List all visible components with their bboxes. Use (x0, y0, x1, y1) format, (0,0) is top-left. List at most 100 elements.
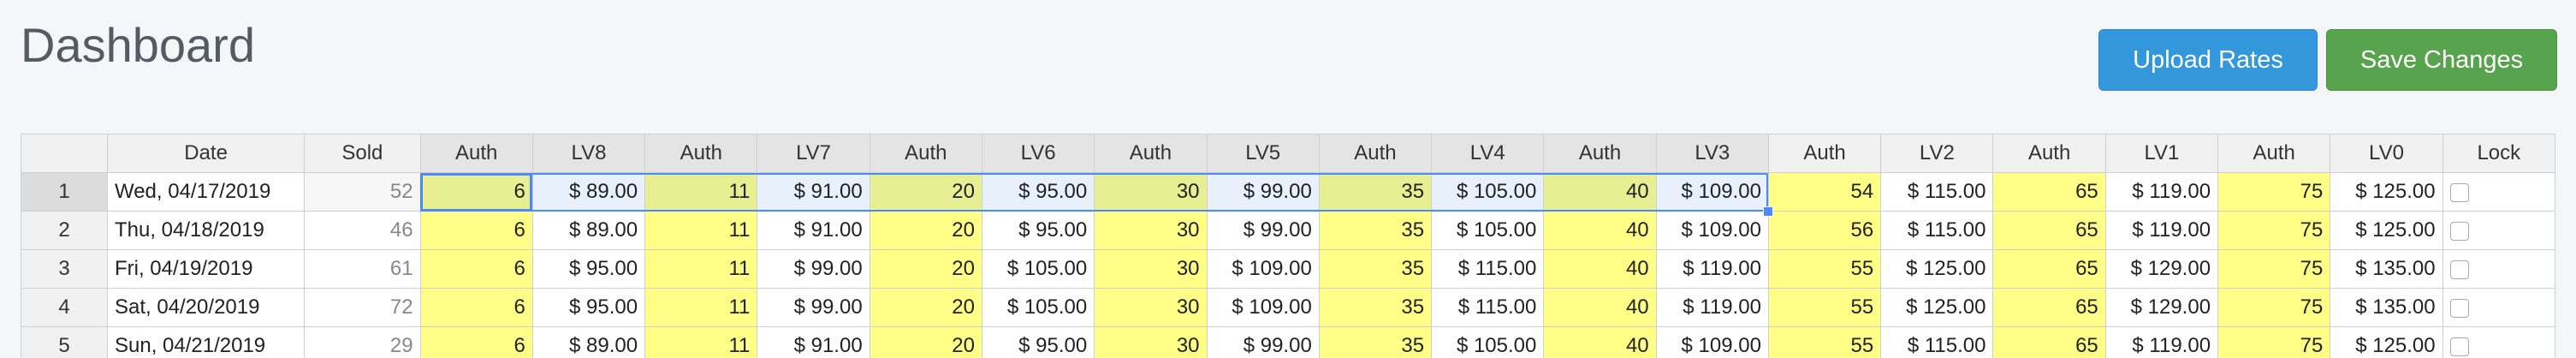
auth-cell[interactable]: 40 (1543, 172, 1657, 212)
rate-cell[interactable]: $ 105.00 (1431, 211, 1545, 250)
auth-cell[interactable]: 6 (419, 249, 533, 289)
rate-cell[interactable]: $ 95.00 (981, 326, 1095, 358)
lock-cell[interactable] (2442, 288, 2555, 327)
auth-cell[interactable]: 65 (1992, 211, 2106, 250)
auth-cell[interactable]: 11 (644, 249, 758, 289)
auth-cell[interactable]: 30 (1094, 211, 1208, 250)
rate-cell[interactable]: $ 135.00 (2330, 249, 2443, 289)
rate-cell[interactable]: $ 99.00 (1206, 211, 1320, 250)
rate-cell[interactable]: $ 119.00 (2104, 211, 2219, 250)
auth-cell[interactable]: 75 (2217, 326, 2331, 358)
column-header-lv4[interactable]: LV4 (1431, 134, 1545, 173)
auth-cell[interactable]: 11 (644, 288, 758, 327)
date-cell[interactable]: Thu, 04/18/2019 (106, 211, 306, 250)
auth-cell[interactable]: 65 (1992, 326, 2106, 358)
rate-cell[interactable]: $ 99.00 (1206, 172, 1320, 212)
fill-handle[interactable] (1763, 206, 1774, 217)
sold-cell[interactable]: 61 (304, 249, 421, 289)
rate-cell[interactable]: $ 115.00 (1431, 249, 1545, 289)
rate-cell[interactable]: $ 115.00 (1431, 288, 1545, 327)
auth-cell[interactable]: 56 (1767, 211, 1882, 250)
auth-cell[interactable]: 20 (869, 249, 982, 289)
row-number[interactable]: 2 (21, 211, 108, 250)
save-changes-button[interactable]: Save Changes (2326, 29, 2557, 91)
column-header-lv6[interactable]: LV6 (981, 134, 1095, 173)
auth-cell[interactable]: 30 (1094, 172, 1208, 212)
auth-cell[interactable]: 6 (419, 326, 533, 358)
column-header-auth[interactable]: Auth (1992, 134, 2106, 173)
column-header-auth[interactable]: Auth (644, 134, 758, 173)
rate-cell[interactable]: $ 125.00 (1880, 249, 1994, 289)
lock-cell[interactable] (2442, 249, 2555, 289)
rate-cell[interactable]: $ 109.00 (1206, 249, 1320, 289)
auth-cell[interactable]: 35 (1318, 326, 1433, 358)
auth-cell[interactable]: 20 (869, 211, 982, 250)
auth-cell[interactable]: 65 (1992, 288, 2106, 327)
column-header-lv2[interactable]: LV2 (1880, 134, 1994, 173)
rate-cell[interactable]: $ 89.00 (531, 326, 646, 358)
upload-rates-button[interactable]: Upload Rates (2098, 29, 2318, 91)
lock-cell[interactable] (2442, 326, 2555, 358)
lock-checkbox[interactable] (2449, 337, 2469, 356)
auth-cell[interactable]: 6 (419, 288, 533, 327)
rate-cell[interactable]: $ 89.00 (531, 211, 646, 250)
rate-cell[interactable]: $ 109.00 (1206, 288, 1320, 327)
rate-cell[interactable]: $ 105.00 (981, 249, 1095, 289)
lock-checkbox[interactable] (2449, 298, 2469, 318)
auth-cell[interactable]: 11 (644, 172, 758, 212)
column-header-auth[interactable]: Auth (1767, 134, 1882, 173)
rate-cell[interactable]: $ 99.00 (757, 249, 870, 289)
auth-cell[interactable]: 20 (869, 172, 982, 212)
auth-cell[interactable]: 40 (1543, 249, 1657, 289)
rate-cell[interactable]: $ 125.00 (2330, 326, 2443, 358)
column-header-auth[interactable]: Auth (2217, 134, 2331, 173)
auth-cell[interactable]: 35 (1318, 172, 1433, 212)
date-cell[interactable]: Sat, 04/20/2019 (106, 288, 306, 327)
rate-cell[interactable]: $ 109.00 (1655, 172, 1769, 212)
auth-cell[interactable]: 20 (869, 326, 982, 358)
auth-cell[interactable]: 75 (2217, 211, 2331, 250)
corner-header[interactable] (21, 134, 108, 173)
auth-cell[interactable]: 75 (2217, 288, 2331, 327)
rate-cell[interactable]: $ 99.00 (757, 288, 870, 327)
auth-cell[interactable]: 55 (1767, 326, 1882, 358)
row-number[interactable]: 1 (21, 172, 108, 212)
column-header-sold[interactable]: Sold (304, 134, 421, 173)
rate-cell[interactable]: $ 105.00 (981, 288, 1095, 327)
rate-cell[interactable]: $ 115.00 (1880, 211, 1994, 250)
column-header-auth[interactable]: Auth (1094, 134, 1208, 173)
column-header-lv5[interactable]: LV5 (1206, 134, 1320, 173)
auth-cell[interactable]: 6 (419, 172, 533, 212)
rate-cell[interactable]: $ 99.00 (1206, 326, 1320, 358)
auth-cell[interactable]: 75 (2217, 172, 2331, 212)
auth-cell[interactable]: 20 (869, 288, 982, 327)
row-number[interactable]: 3 (21, 249, 108, 289)
auth-cell[interactable]: 40 (1543, 211, 1657, 250)
rate-cell[interactable]: $ 105.00 (1431, 172, 1545, 212)
column-header-auth[interactable]: Auth (419, 134, 533, 173)
lock-cell[interactable] (2442, 172, 2555, 212)
rate-cell[interactable]: $ 119.00 (2104, 172, 2219, 212)
auth-cell[interactable]: 35 (1318, 249, 1433, 289)
rate-cell[interactable]: $ 91.00 (757, 326, 870, 358)
auth-cell[interactable]: 30 (1094, 326, 1208, 358)
column-header-auth[interactable]: Auth (869, 134, 982, 173)
rate-cell[interactable]: $ 91.00 (757, 211, 870, 250)
column-header-date[interactable]: Date (106, 134, 306, 173)
auth-cell[interactable]: 75 (2217, 249, 2331, 289)
rate-cell[interactable]: $ 105.00 (1431, 326, 1545, 358)
rate-cell[interactable]: $ 95.00 (981, 172, 1095, 212)
sold-cell[interactable]: 29 (304, 326, 421, 358)
auth-cell[interactable]: 40 (1543, 288, 1657, 327)
sold-cell[interactable]: 46 (304, 211, 421, 250)
lock-checkbox[interactable] (2449, 260, 2469, 279)
auth-cell[interactable]: 55 (1767, 288, 1882, 327)
rate-cell[interactable]: $ 95.00 (531, 288, 646, 327)
rate-cell[interactable]: $ 95.00 (531, 249, 646, 289)
row-number[interactable]: 4 (21, 288, 108, 327)
auth-cell[interactable]: 11 (644, 211, 758, 250)
auth-cell[interactable]: 35 (1318, 211, 1433, 250)
rate-cell[interactable]: $ 91.00 (757, 172, 870, 212)
sold-cell[interactable]: 72 (304, 288, 421, 327)
rate-cell[interactable]: $ 89.00 (531, 172, 646, 212)
